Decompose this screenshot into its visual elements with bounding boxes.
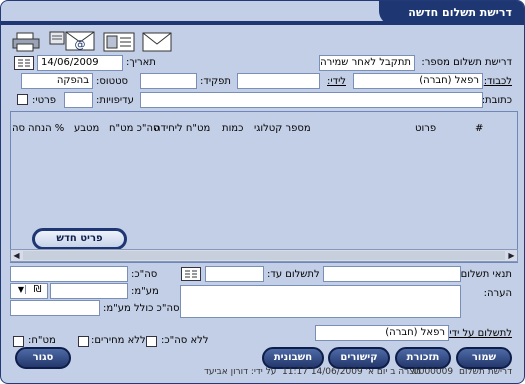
horizontal-scrollbar[interactable]: ◀ ▶ bbox=[10, 249, 518, 262]
vat-field[interactable] bbox=[50, 283, 128, 299]
pay-until-label: לתשלום עד: bbox=[267, 269, 320, 280]
total-label: סה"כ: bbox=[131, 269, 158, 280]
address-field[interactable] bbox=[140, 92, 483, 108]
fax-icon[interactable] bbox=[102, 29, 136, 52]
attention-label[interactable]: לידי: bbox=[327, 76, 346, 87]
new-item-button[interactable]: פריט חדש bbox=[32, 228, 127, 250]
date-field[interactable]: 14/06/2009 bbox=[37, 55, 123, 71]
paid-by-field[interactable]: רפאל (חברה) bbox=[315, 325, 449, 341]
save-button[interactable]: שמור bbox=[456, 347, 512, 369]
column-header-total-fx[interactable]: סה"כ מט"ח bbox=[109, 123, 160, 134]
column-header-currency[interactable]: מטבע bbox=[74, 123, 99, 134]
private-checkbox[interactable] bbox=[17, 94, 28, 105]
no-total-label: ללא סה"כ: bbox=[161, 335, 209, 346]
role-field[interactable] bbox=[140, 73, 197, 89]
scrollbar-thumb[interactable] bbox=[23, 251, 505, 260]
scroll-left-icon[interactable]: ◀ bbox=[11, 250, 22, 261]
email-icon[interactable]: @ bbox=[48, 29, 98, 51]
to-field[interactable]: רפאל (חברה) bbox=[353, 73, 483, 89]
svg-text:@: @ bbox=[75, 38, 86, 51]
to-label[interactable]: לכבוד: bbox=[484, 76, 512, 87]
note-field[interactable] bbox=[180, 285, 461, 318]
status-field[interactable]: בהפקה bbox=[21, 73, 93, 89]
column-header-quantity[interactable]: כמות bbox=[222, 123, 243, 134]
calendar-icon[interactable] bbox=[181, 267, 201, 281]
note-label: הערה: bbox=[483, 288, 512, 299]
pay-until-field[interactable] bbox=[205, 266, 264, 282]
request-number-field: תתקבל לאחר שמירה bbox=[319, 55, 415, 71]
column-header-discount[interactable]: % הנחה bbox=[28, 123, 64, 134]
envelope-icon[interactable] bbox=[141, 29, 173, 52]
priorities-field[interactable] bbox=[64, 92, 93, 108]
fx-label: מט"ח: bbox=[28, 335, 56, 346]
column-header-unit-fx[interactable]: מט"ח ליחידה bbox=[154, 123, 210, 134]
total-incl-vat-label: סה"כ כולל מע"מ: bbox=[103, 303, 180, 314]
vat-currency-value: ₪ bbox=[33, 284, 42, 295]
window-title: דרישת תשלום חדשה bbox=[408, 6, 512, 19]
column-header-number[interactable]: # bbox=[475, 123, 483, 134]
no-total-checkbox[interactable] bbox=[146, 336, 157, 347]
column-header-details[interactable]: פרוט bbox=[415, 123, 436, 134]
no-prices-checkbox[interactable] bbox=[78, 336, 89, 347]
printer-icon[interactable] bbox=[11, 31, 41, 53]
payment-terms-label: תנאי תשלום: bbox=[457, 269, 512, 280]
total-incl-vat-field bbox=[10, 300, 100, 316]
title-bar: דרישת תשלום חדשה bbox=[379, 1, 524, 25]
date-label: תאריך: bbox=[126, 57, 156, 68]
total-field bbox=[10, 266, 128, 282]
request-number-label: דרישת תשלום מספר: bbox=[421, 57, 512, 68]
links-button[interactable]: קישורים bbox=[328, 347, 390, 369]
invoice-button[interactable]: חשבונית bbox=[262, 347, 324, 369]
role-label: תפקיד: bbox=[200, 76, 231, 87]
vat-currency-select[interactable]: ▼ ₪ bbox=[10, 283, 48, 299]
close-button[interactable]: סגור bbox=[15, 347, 71, 369]
reminders-button[interactable]: תזכורת bbox=[395, 347, 451, 369]
priorities-label: עדיפויות: bbox=[96, 95, 134, 106]
status-created: נוצרה ב יום א' 14/06/2009 11:17 bbox=[282, 367, 421, 377]
payment-terms-field[interactable] bbox=[323, 266, 461, 282]
attention-field[interactable] bbox=[237, 73, 320, 89]
calendar-icon[interactable] bbox=[14, 56, 34, 70]
paid-by-label[interactable]: לתשלום על ידי: bbox=[446, 328, 512, 339]
address-label: כתובת: bbox=[481, 95, 512, 106]
payment-request-window: דרישת תשלום חדשה @ דרישת תשלום מספר: תתק… bbox=[0, 0, 525, 384]
status-doc-type: דרישת תשלום bbox=[459, 367, 512, 377]
status-label: סטטוס: bbox=[96, 76, 129, 87]
dropdown-arrow-icon[interactable]: ▼ bbox=[16, 285, 27, 294]
column-header-total[interactable]: סה bbox=[12, 123, 25, 134]
column-header-catalog-number[interactable]: מספר קטלוגי bbox=[254, 123, 311, 134]
status-created-by: על ידי: דורון אביעד bbox=[204, 367, 277, 377]
no-prices-label: ללא מחירים: bbox=[91, 335, 146, 346]
private-label: פרטי: bbox=[32, 95, 56, 106]
vat-label: מע"מ: bbox=[131, 286, 159, 297]
fx-checkbox[interactable] bbox=[13, 336, 24, 347]
scroll-right-icon[interactable]: ▶ bbox=[506, 250, 517, 261]
